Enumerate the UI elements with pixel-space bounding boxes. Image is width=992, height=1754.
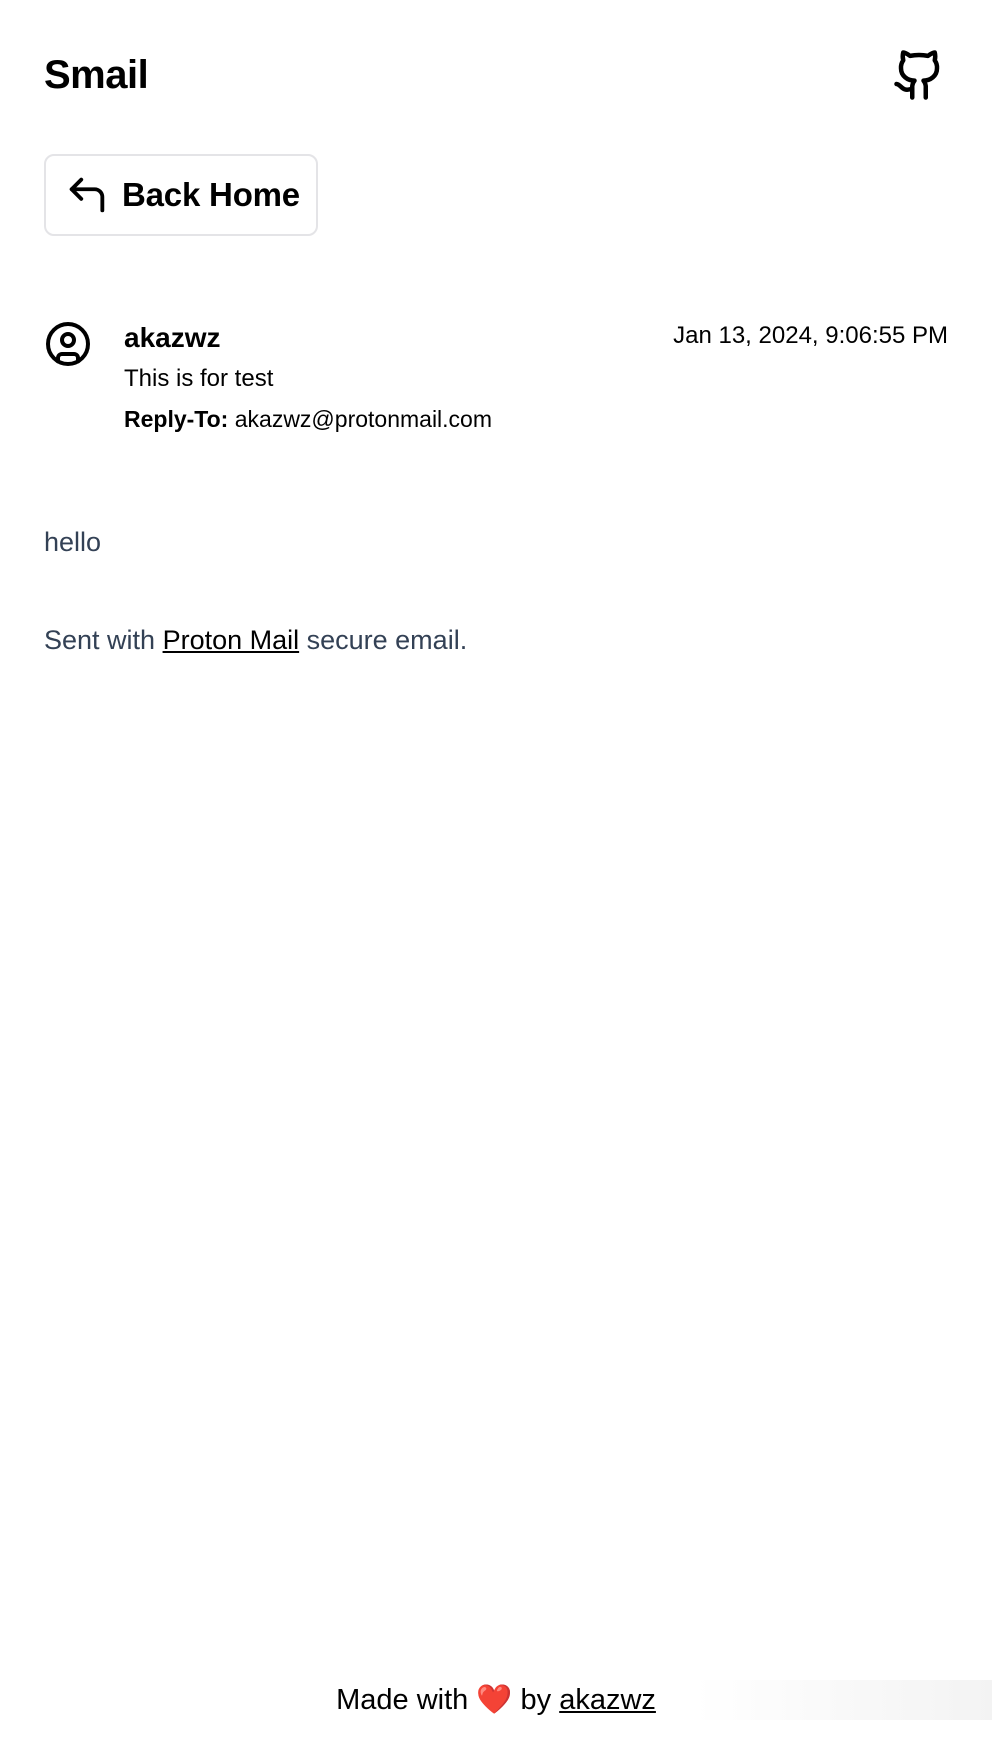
back-home-button[interactable]: Back Home xyxy=(44,154,318,236)
app-title: Smail xyxy=(44,52,149,97)
email-date: Jan 13, 2024, 9:06:55 PM xyxy=(673,322,948,349)
footer-by: by xyxy=(520,1684,552,1716)
reply-to-address: akazwz@protonmail.com xyxy=(234,406,493,432)
footer-made-with: Made with xyxy=(336,1684,469,1716)
body-signature: Sent with Proton Mail secure email. xyxy=(44,620,948,660)
author-link[interactable]: akazwz xyxy=(559,1684,656,1716)
email-header: akazwz This is for test Reply-To: akazwz… xyxy=(44,316,948,446)
heart-icon: ❤️ xyxy=(476,1684,513,1716)
proton-mail-link[interactable]: Proton Mail xyxy=(163,625,300,655)
github-icon[interactable] xyxy=(890,46,948,104)
reply-arrow-icon xyxy=(64,172,110,218)
signature-suffix: secure email. xyxy=(299,625,468,655)
back-home-label: Back Home xyxy=(122,176,300,213)
signature-prefix: Sent with xyxy=(44,625,163,655)
body-greeting: hello xyxy=(44,527,102,557)
email-meta: akazwz This is for test Reply-To: akazwz… xyxy=(124,316,492,436)
app-header: Smail xyxy=(44,40,948,110)
email-body: hello Sent with Proton Mail secure email… xyxy=(44,522,948,660)
email-subject: This is for test xyxy=(124,365,274,392)
reply-to-label: Reply-To: xyxy=(124,406,229,432)
footer: Made with ❤️ by akazwz xyxy=(0,1680,992,1720)
sender-name: akazwz xyxy=(124,322,221,353)
reply-to: Reply-To: akazwz@protonmail.com xyxy=(124,402,492,436)
user-circle-icon xyxy=(44,320,92,368)
